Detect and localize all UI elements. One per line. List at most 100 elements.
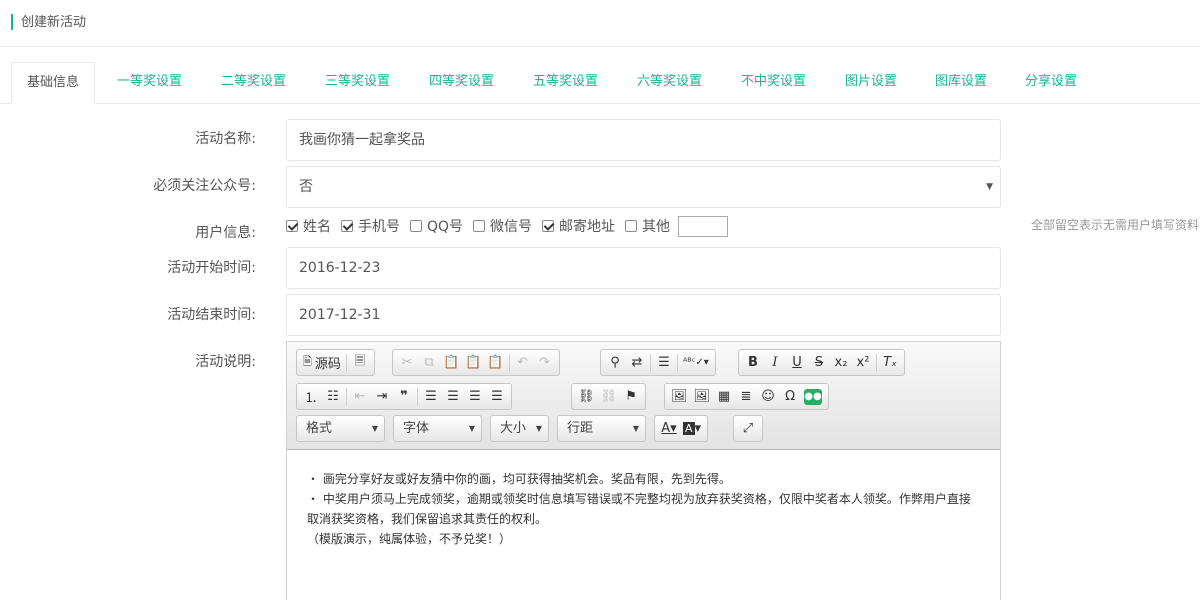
- special-char-icon[interactable]: Ω: [779, 385, 801, 408]
- follow-account-select[interactable]: 否 ▼: [286, 166, 1001, 208]
- select-all-icon[interactable]: ☰: [653, 351, 675, 374]
- tab-second-prize[interactable]: 二等奖设置: [206, 62, 301, 104]
- paste-icon[interactable]: 📋: [440, 351, 462, 374]
- checkbox-mailing-address[interactable]: 邮寄地址: [542, 216, 615, 236]
- caret-down-icon: ▼: [632, 424, 639, 433]
- tab-fifth-prize[interactable]: 五等奖设置: [518, 62, 613, 104]
- checkbox-checked-icon[interactable]: [542, 220, 555, 232]
- superscript-icon[interactable]: x²: [852, 351, 874, 374]
- subscript-icon[interactable]: x₂: [830, 351, 852, 374]
- checkbox-name[interactable]: 姓名: [286, 216, 331, 236]
- other-info-input[interactable]: [678, 215, 729, 237]
- maximize-icon[interactable]: ⤢: [737, 417, 759, 440]
- tab-no-prize[interactable]: 不中奖设置: [726, 62, 821, 104]
- toolbar-group-clipboard: ✂ ⧉ 📋 📋 📋 ↶ ↷: [392, 349, 560, 376]
- activity-name-input[interactable]: 我画你猜一起拿奖品: [286, 119, 1001, 161]
- description-label: 活动说明:: [195, 354, 256, 370]
- numbered-list-icon[interactable]: ⒈: [300, 385, 322, 408]
- paste-text-icon[interactable]: 📋: [462, 351, 484, 374]
- checkbox-phone[interactable]: 手机号: [341, 216, 400, 236]
- table-icon[interactable]: ▦: [713, 385, 735, 408]
- checkbox-qq[interactable]: QQ号: [410, 216, 463, 236]
- tab-fourth-prize[interactable]: 四等奖设置: [414, 62, 509, 104]
- font-select[interactable]: 字体 ▼: [393, 415, 482, 442]
- align-right-icon[interactable]: ☰: [464, 385, 486, 408]
- underline-icon[interactable]: U: [786, 351, 808, 374]
- source-button[interactable]: 🗎 源码: [300, 351, 344, 374]
- toolbar-group-insert: 🖼 🖼 ▦ ≣ ☺ Ω ●●: [664, 383, 830, 410]
- size-select-label: 大小: [500, 421, 527, 436]
- text-color-icon[interactable]: A▾: [658, 417, 680, 440]
- anchor-flag-icon[interactable]: ⚑: [620, 385, 642, 408]
- horizontal-rule-icon[interactable]: ≣: [735, 385, 757, 408]
- follow-account-label: 必须关注公众号:: [153, 178, 256, 194]
- format-select[interactable]: 格式 ▼: [296, 415, 385, 442]
- user-info-label: 用户信息:: [195, 225, 256, 241]
- tab-first-prize[interactable]: 一等奖设置: [102, 62, 197, 104]
- strikethrough-icon[interactable]: S: [808, 351, 830, 374]
- tab-third-prize[interactable]: 三等奖设置: [310, 62, 405, 104]
- italic-icon[interactable]: I: [764, 351, 786, 374]
- activity-name-label: 活动名称:: [195, 131, 256, 147]
- copy-icon[interactable]: ⧉: [418, 351, 440, 374]
- bold-icon[interactable]: B: [742, 351, 764, 374]
- checkbox-other[interactable]: 其他: [625, 216, 670, 236]
- blockquote-icon[interactable]: ❞: [393, 385, 415, 408]
- start-time-input[interactable]: 2016-12-23: [286, 247, 1001, 289]
- checkbox-unchecked-icon[interactable]: [410, 220, 422, 232]
- end-time-label: 活动结束时间:: [167, 307, 256, 323]
- caret-down-icon: ▼: [986, 182, 993, 192]
- paste-word-icon[interactable]: 📋: [484, 351, 506, 374]
- toolbar-separator: [508, 353, 510, 372]
- remove-format-icon[interactable]: Tₓ: [879, 351, 901, 374]
- link-icon[interactable]: ⛓: [575, 385, 598, 408]
- image-gallery-icon[interactable]: 🖼: [668, 385, 691, 408]
- checkbox-checked-icon[interactable]: [341, 220, 353, 232]
- end-time-input[interactable]: 2017-12-31: [286, 294, 1001, 336]
- outdent-icon[interactable]: ⇤: [349, 385, 371, 408]
- content-paragraph: ・ 画完分享好友或好友猜中你的画，均可获得抽奖机会。奖品有限，先到先得。: [307, 472, 731, 486]
- line-height-select[interactable]: 行距 ▼: [557, 415, 646, 442]
- line-height-select-label: 行距: [567, 421, 594, 436]
- cut-icon[interactable]: ✂: [396, 351, 418, 374]
- preview-icon[interactable]: 🗏: [349, 351, 371, 374]
- source-label: 源码: [314, 357, 341, 372]
- replace-icon[interactable]: ⇄: [626, 351, 648, 374]
- smiley-icon[interactable]: ☺: [757, 385, 779, 408]
- indent-icon[interactable]: ⇥: [371, 385, 393, 408]
- wechat-icon[interactable]: ●●: [801, 385, 825, 408]
- page-header: 创建新活动: [0, 0, 1200, 47]
- tab-sixth-prize[interactable]: 六等奖设置: [622, 62, 717, 104]
- content-paragraph: （模版演示，纯属体验，不予兑奖！）: [307, 532, 512, 546]
- editor-content[interactable]: ・ 画完分享好友或好友猜中你的画，均可获得抽奖机会。奖品有限，先到先得。 ・ 中…: [287, 450, 1000, 600]
- toolbar-separator: [677, 353, 678, 372]
- bulleted-list-icon[interactable]: ☷: [322, 385, 344, 408]
- image-icon[interactable]: 🖼: [691, 385, 714, 408]
- align-justify-icon[interactable]: ☰: [486, 385, 508, 408]
- checkbox-unchecked-icon[interactable]: [625, 220, 638, 232]
- undo-icon[interactable]: ↶: [512, 351, 534, 374]
- size-select[interactable]: 大小 ▼: [490, 415, 549, 442]
- find-icon[interactable]: ⚲: [604, 351, 626, 374]
- checkbox-unchecked-icon[interactable]: [473, 220, 486, 232]
- toolbar-group-editing: ⚲ ⇄ ☰ ᴬᴮᶜ✓▾: [600, 349, 716, 376]
- align-center-icon[interactable]: ☰: [442, 385, 464, 408]
- checkbox-checked-icon[interactable]: [286, 220, 298, 232]
- background-color-icon[interactable]: A ▾: [680, 417, 704, 440]
- toolbar-group-colors: A▾ A ▾: [654, 415, 709, 442]
- checkbox-wechat[interactable]: 微信号: [473, 216, 532, 236]
- format-select-label: 格式: [306, 421, 333, 436]
- tab-image-settings[interactable]: 图片设置: [830, 62, 912, 104]
- tab-basic-info[interactable]: 基础信息: [11, 62, 96, 104]
- editor-toolbar: 🗎源码 🗏 ✂ ⧉ 📋 📋 📋 ↶ ↷ ⚲ ⇄ ☰ ᴬᴮᶜ✓▾ B I U S: [287, 342, 1000, 450]
- align-left-icon[interactable]: ☰: [420, 385, 442, 408]
- spellcheck-icon[interactable]: ᴬᴮᶜ✓▾: [680, 351, 712, 374]
- font-select-label: 字体: [403, 421, 430, 436]
- caret-down-icon: ▼: [468, 424, 475, 433]
- rich-text-editor: 🗎源码 🗏 ✂ ⧉ 📋 📋 📋 ↶ ↷ ⚲ ⇄ ☰ ᴬᴮᶜ✓▾ B I U S: [286, 341, 1001, 600]
- toolbar-group-document: 🗎 源码 🗏: [296, 349, 375, 376]
- redo-icon[interactable]: ↷: [534, 351, 556, 374]
- unlink-icon[interactable]: ⛓: [598, 385, 621, 408]
- tab-share-settings[interactable]: 分享设置: [1010, 62, 1092, 104]
- tab-gallery-settings[interactable]: 图库设置: [920, 62, 1002, 104]
